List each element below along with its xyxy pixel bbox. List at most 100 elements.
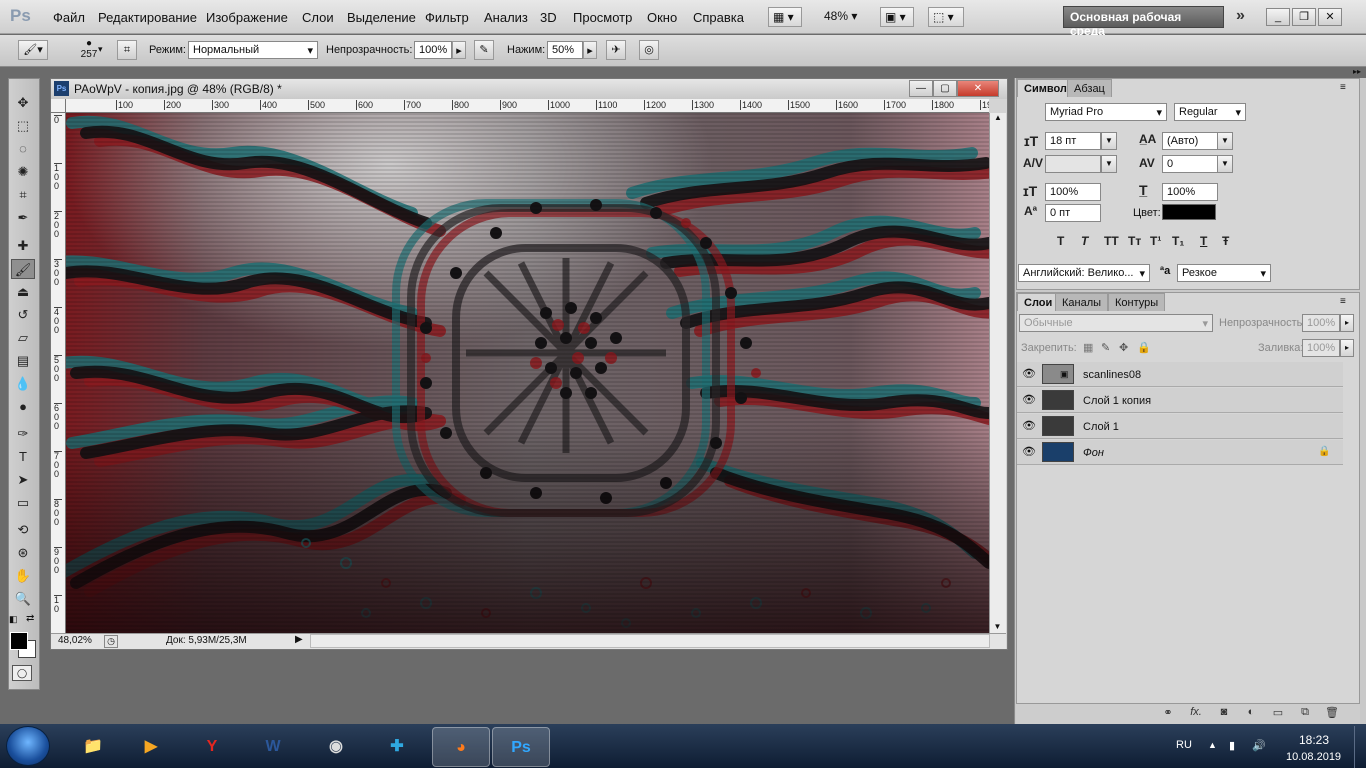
type-tool-icon[interactable]: T xyxy=(11,447,35,467)
image-canvas[interactable] xyxy=(66,113,989,633)
brush-tool-preset-icon[interactable]: 🖌▾ xyxy=(18,40,48,60)
doc-maximize-button[interactable]: ▢ xyxy=(933,80,957,97)
layer-name[interactable]: Слой 1 xyxy=(1083,421,1119,433)
lock-position-icon[interactable]: ✥ xyxy=(1119,341,1128,354)
workspace-button[interactable]: Основная рабочая среда xyxy=(1063,6,1224,38)
group-icon[interactable]: ▭ xyxy=(1270,706,1286,720)
start-button[interactable] xyxy=(6,726,50,766)
menu-select[interactable]: Выделение xyxy=(347,10,416,25)
eraser-tool-icon[interactable]: ▱ xyxy=(11,328,35,348)
hand-tool-icon[interactable]: ✋ xyxy=(11,566,35,586)
menu-image[interactable]: Изображение xyxy=(206,10,288,25)
status-menu-icon[interactable]: ◷ xyxy=(104,635,118,648)
text-color-swatch[interactable] xyxy=(1162,204,1216,220)
eye-icon[interactable]: 👁 xyxy=(1022,368,1036,380)
doc-minimize-button[interactable]: — xyxy=(909,80,933,97)
show-desktop-button[interactable] xyxy=(1354,726,1366,768)
menu-filter[interactable]: Фильтр xyxy=(425,10,469,25)
scroll-up-icon[interactable]: ▲ xyxy=(990,113,1006,122)
path-select-tool-icon[interactable]: ➤ xyxy=(11,470,35,490)
horizontal-scale-input[interactable]: 100% xyxy=(1162,183,1218,201)
zoom-tool-icon[interactable]: 🔍 xyxy=(11,589,35,609)
baseline-shift-input[interactable]: 0 пт xyxy=(1045,204,1101,222)
flow-input[interactable]: 50% xyxy=(547,41,583,59)
menu-layers[interactable]: Слои xyxy=(302,10,334,25)
crop-tool-icon[interactable]: ⌗ xyxy=(11,185,35,205)
mask-icon[interactable]: ◙ xyxy=(1216,706,1232,720)
layer-name[interactable]: scanlines08 xyxy=(1083,369,1141,381)
menu-window[interactable]: Окно xyxy=(647,10,677,25)
mode-select[interactable]: Нормальный ▾ xyxy=(188,41,318,59)
vertical-scrollbar[interactable]: ▲ ▼ xyxy=(989,113,1006,633)
menu-help[interactable]: Справка xyxy=(693,10,744,25)
word-icon[interactable]: W xyxy=(244,727,302,767)
lock-transparent-icon[interactable]: ▦ xyxy=(1083,341,1093,354)
swap-colors-icon[interactable]: ⇄ xyxy=(26,613,34,624)
flow-slider-button[interactable]: ▸ xyxy=(583,41,597,59)
dock-collapse-icon[interactable]: ▸▸ xyxy=(1353,67,1365,77)
healing-brush-tool-icon[interactable]: ✚ xyxy=(11,236,35,256)
lock-all-icon[interactable]: 🔒 xyxy=(1137,341,1151,354)
screen-mode-dropdown[interactable]: ▦ ▾ xyxy=(768,7,802,27)
gradient-tool-icon[interactable]: ▤ xyxy=(11,351,35,371)
menu-edit[interactable]: Редактирование xyxy=(98,10,197,25)
language-select[interactable]: Английский: Велико... ▾ xyxy=(1018,264,1150,282)
tab-paths[interactable]: Контуры xyxy=(1108,293,1166,311)
small-caps-button[interactable]: Tт xyxy=(1128,234,1141,248)
chevron-right-icon[interactable]: » xyxy=(1236,7,1245,25)
fill-input[interactable]: 100% xyxy=(1302,339,1340,357)
clock-time[interactable]: 18:23 xyxy=(1299,733,1329,747)
language-indicator[interactable]: RU xyxy=(1176,739,1192,751)
download-icon[interactable]: ✚ xyxy=(368,727,426,767)
layer-name[interactable]: Слой 1 копия xyxy=(1083,395,1151,407)
lock-pixels-icon[interactable]: ✎ xyxy=(1101,341,1110,354)
extras-dropdown[interactable]: ⬚ ▾ xyxy=(928,7,964,27)
tab-channels[interactable]: Каналы xyxy=(1055,293,1109,311)
clock-date[interactable]: 10.08.2019 xyxy=(1286,751,1341,763)
restore-button[interactable]: ❐ xyxy=(1292,8,1316,26)
network-icon[interactable]: ▮ xyxy=(1229,739,1235,752)
dodge-tool-icon[interactable]: ● xyxy=(11,397,35,417)
kerning-dropdown[interactable]: ▼ xyxy=(1101,155,1117,173)
3d-rotate-tool-icon[interactable]: ⟲ xyxy=(11,520,35,540)
status-arrow-icon[interactable]: ▶ xyxy=(295,634,303,645)
tablet-opacity-icon[interactable]: ✎ xyxy=(474,40,494,60)
font-size-dropdown[interactable]: ▼ xyxy=(1101,132,1117,150)
tracking-dropdown[interactable]: ▼ xyxy=(1217,155,1233,173)
rectangle-tool-icon[interactable]: ▭ xyxy=(11,493,35,513)
layers-menu-icon[interactable]: ≡ xyxy=(1340,296,1346,307)
explorer-icon[interactable]: 📁 xyxy=(64,727,122,767)
brush-tool-icon[interactable]: 🖌 xyxy=(11,259,35,279)
opacity-slider-button[interactable]: ▸ xyxy=(452,41,466,59)
faux-italic-button[interactable]: T xyxy=(1081,234,1088,248)
layer-opacity-slider[interactable]: ▸ xyxy=(1340,314,1354,332)
tab-paragraph[interactable]: Абзац xyxy=(1067,79,1112,97)
strikethrough-button[interactable]: Ŧ xyxy=(1222,234,1229,248)
move-tool-icon[interactable]: ✥ xyxy=(11,93,35,113)
tab-character[interactable]: Символ xyxy=(1017,79,1074,97)
vertical-scale-input[interactable]: 100% xyxy=(1045,183,1101,201)
menu-file[interactable]: Файл xyxy=(53,10,85,25)
pen-tool-icon[interactable]: ✑ xyxy=(11,424,35,444)
underline-button[interactable]: T xyxy=(1200,234,1207,248)
horizontal-scrollbar[interactable] xyxy=(310,634,990,648)
scroll-down-icon[interactable]: ▼ xyxy=(990,622,1005,631)
doc-close-button[interactable]: ✕ xyxy=(957,80,999,97)
font-style-select[interactable]: Regular ▾ xyxy=(1174,103,1246,121)
layer-opacity-input[interactable]: 100% xyxy=(1302,314,1340,332)
quick-mask-icon[interactable]: ◯ xyxy=(12,665,32,681)
fill-slider[interactable]: ▸ xyxy=(1340,339,1354,357)
zoom-level[interactable]: 48,02% xyxy=(58,635,92,646)
eye-icon[interactable]: 👁 xyxy=(1022,446,1036,458)
3d-orbit-tool-icon[interactable]: ⊛ xyxy=(11,543,35,563)
superscript-button[interactable]: T¹ xyxy=(1150,234,1161,248)
menu-view[interactable]: Просмотр xyxy=(573,10,632,25)
leading-input[interactable]: (Авто) xyxy=(1162,132,1218,150)
link-icon[interactable]: ⚭ xyxy=(1160,706,1176,720)
lasso-tool-icon[interactable]: ◌ xyxy=(11,139,35,159)
all-caps-button[interactable]: TT xyxy=(1104,234,1119,248)
eye-icon[interactable]: 👁 xyxy=(1022,394,1036,406)
tray-expand-icon[interactable]: ▲ xyxy=(1208,740,1217,750)
obs-icon[interactable]: ◉ xyxy=(307,727,365,767)
quick-select-tool-icon[interactable]: ✺ xyxy=(11,162,35,182)
